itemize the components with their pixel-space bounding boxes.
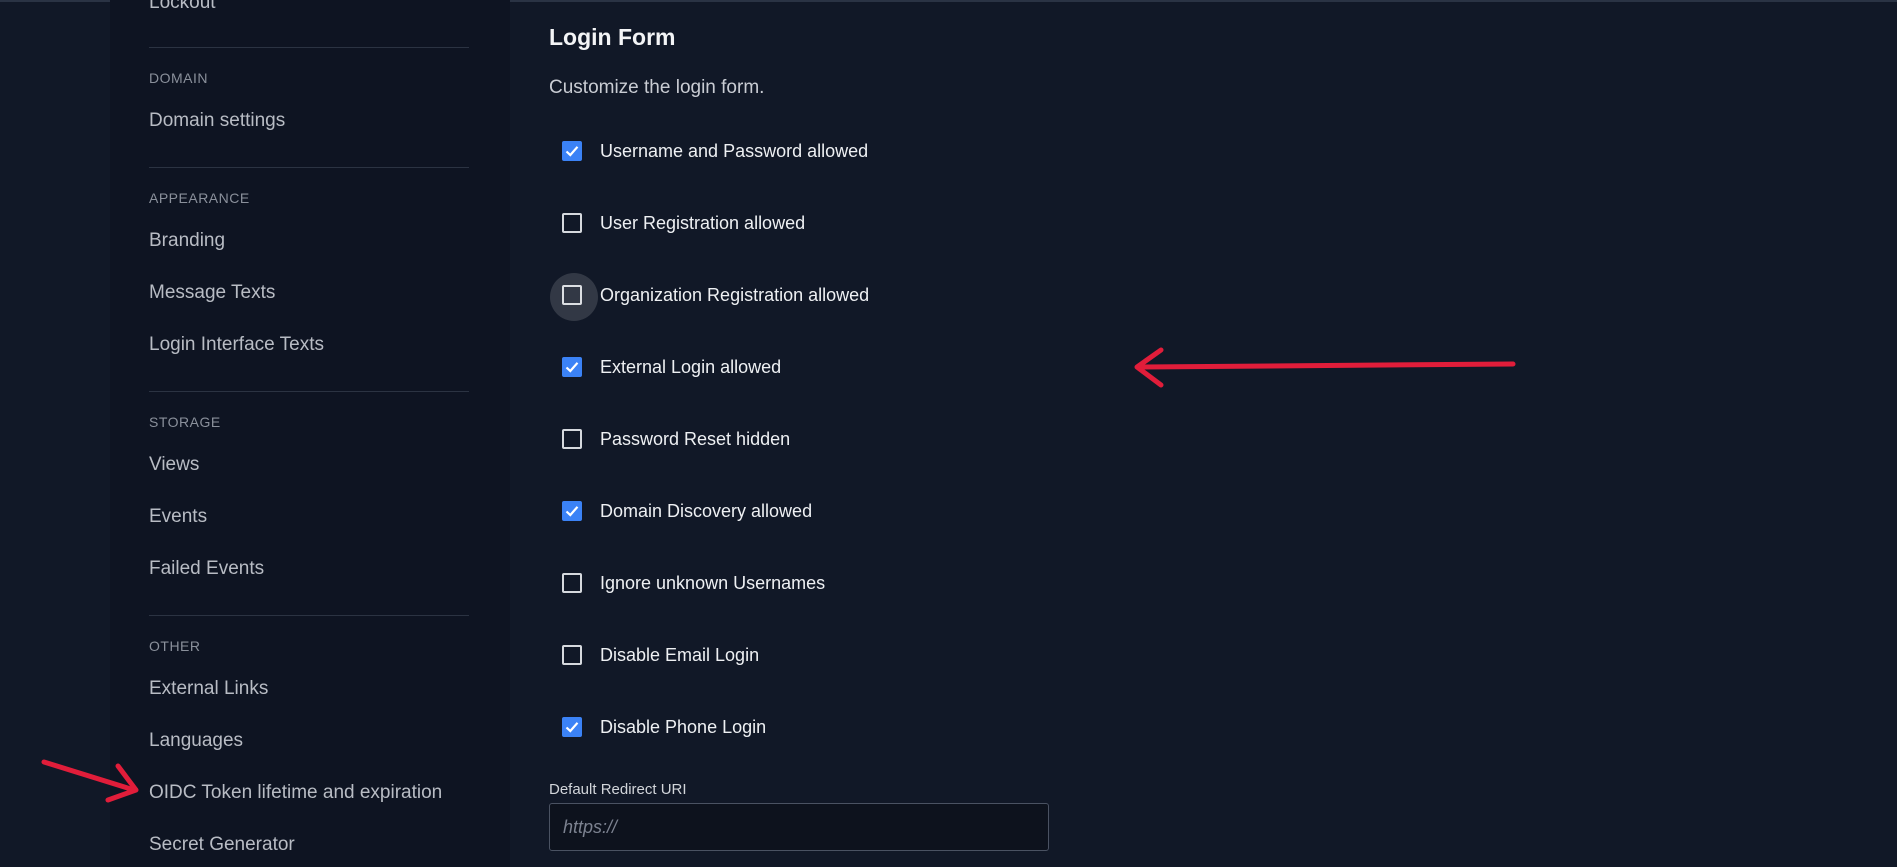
checkbox[interactable] xyxy=(562,501,582,521)
sidebar-item-events[interactable]: Events xyxy=(149,506,207,528)
option-disable-phone-login[interactable]: Disable Phone Login xyxy=(562,714,766,740)
sidebar-item-views[interactable]: Views xyxy=(149,454,199,476)
option-label: Password Reset hidden xyxy=(600,428,791,449)
sidebar-heading-appearance: APPEARANCE xyxy=(149,190,250,206)
option-label: User Registration allowed xyxy=(600,212,806,233)
sidebar-item-failed-events[interactable]: Failed Events xyxy=(149,558,264,580)
sidebar-item-languages[interactable]: Languages xyxy=(149,730,243,752)
option-ignore-unknown-usernames[interactable]: Ignore unknown Usernames xyxy=(562,570,825,596)
checkmark-icon xyxy=(565,506,579,517)
checkbox[interactable] xyxy=(550,273,598,321)
option-label: Disable Email Login xyxy=(600,644,760,665)
sidebar-item-secret-generator[interactable]: Secret Generator xyxy=(149,834,295,856)
login-form-panel: Login Form Customize the login form. Use… xyxy=(549,0,1849,867)
option-domain-discovery-allowed[interactable]: Domain Discovery allowed xyxy=(562,498,812,524)
option-username-password-allowed[interactable]: Username and Password allowed xyxy=(562,138,868,164)
sidebar-item-lockout[interactable]: Lockout xyxy=(149,0,216,14)
option-label: Ignore unknown Usernames xyxy=(600,572,826,593)
settings-sidebar: Lockout DOMAIN Domain settings APPEARANC… xyxy=(110,0,510,867)
sidebar-item-domain-settings[interactable]: Domain settings xyxy=(149,110,285,132)
sidebar-divider xyxy=(149,167,469,168)
option-external-login-allowed[interactable]: External Login allowed xyxy=(562,354,781,380)
default-redirect-uri-input[interactable] xyxy=(549,803,1049,851)
checkmark-icon xyxy=(565,722,579,733)
sidebar-divider xyxy=(149,391,469,392)
checkbox[interactable] xyxy=(562,357,582,377)
option-organization-registration-allowed[interactable]: Organization Registration allowed xyxy=(550,273,870,321)
option-disable-email-login[interactable]: Disable Email Login xyxy=(562,642,759,668)
checkbox[interactable] xyxy=(562,213,582,233)
option-label: External Login allowed xyxy=(600,356,782,377)
checkbox[interactable] xyxy=(562,645,582,665)
sidebar-heading-domain: DOMAIN xyxy=(149,70,208,86)
option-label: Username and Password allowed xyxy=(600,140,869,161)
sidebar-divider xyxy=(149,615,469,616)
checkbox[interactable] xyxy=(562,429,582,449)
page-description: Customize the login form. xyxy=(549,77,765,98)
checkbox[interactable] xyxy=(562,717,582,737)
option-password-reset-hidden[interactable]: Password Reset hidden xyxy=(562,426,790,452)
option-label: Domain Discovery allowed xyxy=(600,500,813,521)
checkmark-icon xyxy=(565,146,579,157)
sidebar-item-message-texts[interactable]: Message Texts xyxy=(149,282,275,304)
sidebar-divider xyxy=(149,47,469,48)
sidebar-heading-other: OTHER xyxy=(149,638,201,654)
sidebar-item-branding[interactable]: Branding xyxy=(149,230,225,252)
checkmark-icon xyxy=(565,362,579,373)
sidebar-item-external-links[interactable]: External Links xyxy=(149,678,268,700)
option-user-registration-allowed[interactable]: User Registration allowed xyxy=(562,210,805,236)
sidebar-heading-storage: STORAGE xyxy=(149,414,221,430)
option-label: Disable Phone Login xyxy=(600,716,767,737)
sidebar-item-oidc-token-lifetime[interactable]: OIDC Token lifetime and expiration xyxy=(149,782,442,804)
sidebar-item-login-interface-texts[interactable]: Login Interface Texts xyxy=(149,334,324,356)
default-redirect-uri-label: Default Redirect URI xyxy=(549,781,687,798)
checkbox[interactable] xyxy=(562,141,582,161)
checkbox[interactable] xyxy=(562,573,582,593)
option-label: Organization Registration allowed xyxy=(600,284,870,305)
page-title: Login Form xyxy=(549,24,676,50)
